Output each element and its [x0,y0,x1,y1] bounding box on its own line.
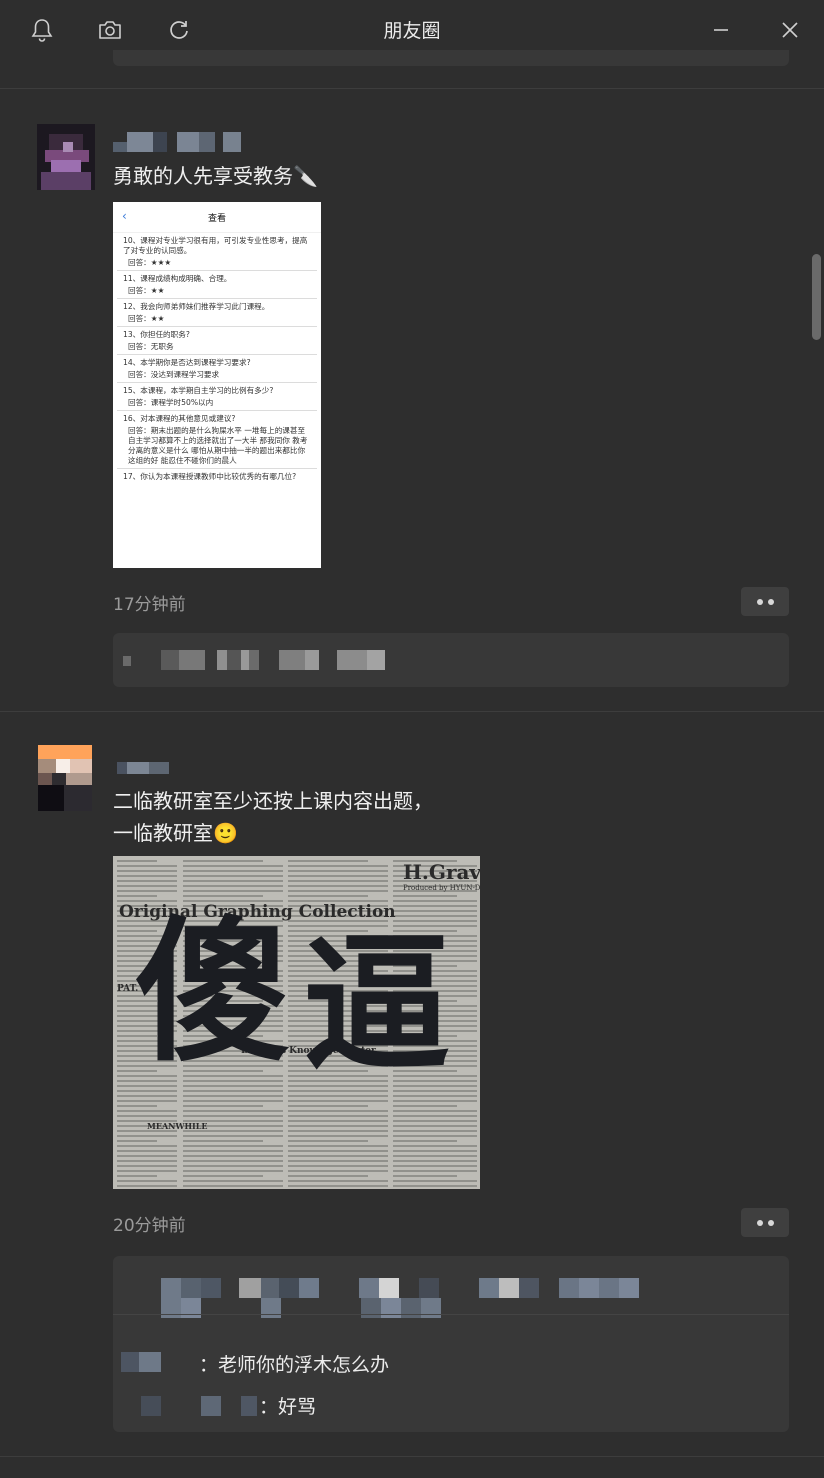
calligraphy-character: 逼 [303,917,451,1091]
newspaper-brand-sub: Produced by HYUN-DAI [403,884,480,892]
divider [0,1456,824,1457]
likes-blurred [161,1278,639,1298]
likes-blurred [161,1298,441,1318]
comment-text[interactable]: ：好骂 [259,1392,316,1419]
avatar[interactable] [38,745,96,811]
comment-text[interactable]: ：老师你的浮木怎么办 [199,1350,389,1377]
avatar[interactable] [37,124,95,190]
back-icon: ‹ [122,209,127,223]
newspaper-footer: MEANWHILE [147,1121,208,1131]
survey-item: 14、本学期你是否达到课程学习要求? 回答：没达到课程学习要求 [117,355,317,383]
survey-item: 15、本课程，本学期自主学习的比例有多少? 回答：课程学时50%以内 [117,383,317,411]
more-options-button[interactable] [741,587,789,616]
commenter-name-blurred[interactable] [121,1352,161,1372]
survey-item: 17、你认为本课程授课教师中比较优秀的有哪几位? [123,472,297,481]
close-icon[interactable] [775,15,805,45]
commenter-name-blurred[interactable] [141,1396,257,1416]
survey-item: 10、课程对专业学习很有用，可引发专业性思考，提高了对专业的认同感。 回答：★★★ [117,233,317,271]
likes-blurred [123,650,385,670]
likes-comments-box [113,633,789,687]
post-time: 20分钟前 [113,1216,186,1236]
comment-divider [113,1314,789,1315]
post-text: 二临教研室至少还按上课内容出题， 一临教研室🙂 [113,789,433,845]
post-image[interactable]: ‹ 查看 10、课程对专业学习很有用，可引发专业性思考，提高了对专业的认同感。回… [113,202,321,568]
survey-item: 16、对本课程的其他意见或建议? 回答：期末出题的是什么狗屎水平 一堆每上的课甚至… [117,411,317,469]
survey-item: 11、课程成绩构成明确、合理。 回答：★★ [117,271,317,299]
calligraphy-character: 傻 [135,900,291,1083]
post-image[interactable]: Original Graphing Collection H.Gravur Pr… [113,856,480,1189]
post-time: 17分钟前 [113,595,186,615]
divider [0,711,824,712]
previous-comment-box [113,50,789,66]
likes-comments-box: ：老师你的浮木怎么办 ：好骂 [113,1256,789,1432]
survey-item: 12、我会向师弟师妹们推荐学习此门课程。 回答：★★ [117,299,317,327]
divider [0,88,824,89]
minimize-icon[interactable] [706,15,736,45]
window-title: 朋友圈 [383,20,441,42]
more-options-button[interactable] [741,1208,789,1237]
post-text: 勇敢的人先享受教务🔪 [113,164,318,188]
screenshot-header: ‹ 查看 [113,202,321,233]
newspaper-brand: H.Gravur [403,860,480,884]
screenshot-title: 查看 [207,213,226,224]
scrollbar[interactable] [812,254,821,340]
user-name-blurred[interactable] [113,132,241,152]
survey-item: 13、你担任的职务? 回答：无职务 [117,327,317,355]
user-name-blurred[interactable] [117,758,169,778]
